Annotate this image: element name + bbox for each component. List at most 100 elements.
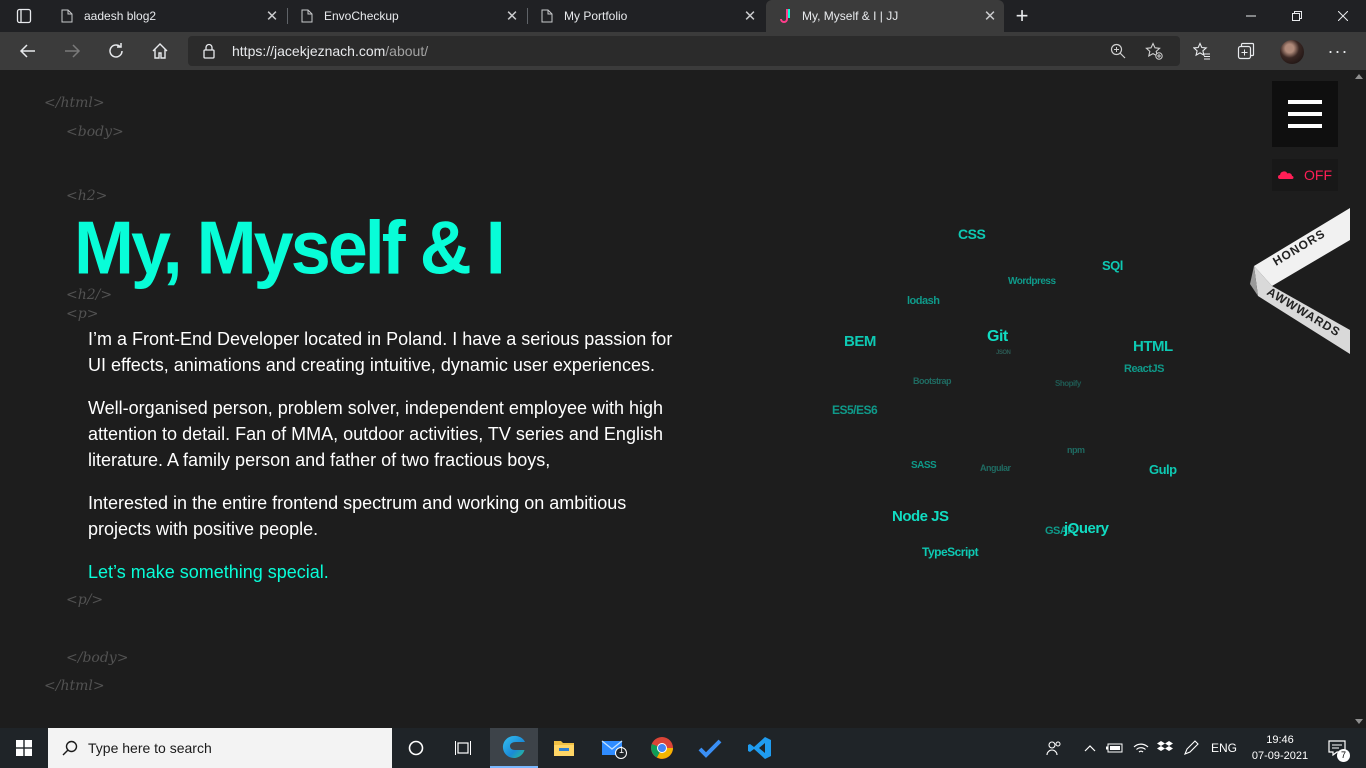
add-favorite-icon[interactable]	[1142, 39, 1166, 63]
scroll-down-icon[interactable]	[1355, 719, 1363, 724]
chevron-up-icon	[1084, 745, 1096, 752]
skill-word[interactable]: Node JS	[892, 508, 949, 525]
skill-word[interactable]: Wordpress	[1008, 276, 1056, 287]
awwwards-ribbon[interactable]: HONORS AWWWARDS	[1250, 208, 1352, 354]
cortana-icon	[408, 740, 424, 756]
windows-taskbar: Type here to search 1 ENG 19:46 07-09-20…	[0, 728, 1366, 768]
taskbar-search-box[interactable]: Type here to search	[48, 728, 392, 768]
close-icon[interactable]: ✕	[498, 7, 526, 25]
close-icon[interactable]: ✕	[736, 7, 764, 25]
menu-button[interactable]	[1272, 81, 1338, 147]
profile-avatar[interactable]	[1280, 40, 1304, 64]
search-icon	[62, 740, 78, 756]
clock-time: 19:46	[1266, 734, 1294, 746]
tab-actions-button[interactable]	[0, 0, 48, 32]
clock-date: 07-09-2021	[1251, 750, 1309, 762]
tab-my-myself-i[interactable]: My, Myself & I | JJ ✕	[766, 0, 1004, 32]
favorites-button[interactable]	[1188, 37, 1216, 65]
people-button[interactable]	[1042, 728, 1066, 768]
url-text[interactable]: https://jacekjeznach.com/about/	[232, 43, 428, 59]
contact-link[interactable]: Let’s make something special.	[88, 562, 329, 583]
tab-my-portfolio[interactable]: My Portfolio ✕	[528, 0, 764, 32]
collections-button[interactable]	[1232, 37, 1260, 65]
close-icon[interactable]: ✕	[258, 7, 286, 25]
taskbar-chrome[interactable]	[638, 728, 686, 768]
zoom-icon[interactable]	[1106, 39, 1130, 63]
language-label: ENG	[1210, 741, 1237, 755]
body-close-tag: </body>	[66, 650, 129, 666]
dropbox-icon	[1157, 741, 1173, 751]
tab-aadesh-blog2[interactable]: aadesh blog2 ✕	[48, 0, 286, 32]
battery-button[interactable]	[1104, 728, 1126, 768]
skill-word[interactable]: ReactJS	[1124, 363, 1164, 375]
tab-envocheckup[interactable]: EnvoCheckup ✕	[288, 0, 526, 32]
ribbon-awwwards: AWWWARDS	[1264, 285, 1343, 340]
p-close-tag: <p/>	[66, 592, 104, 608]
taskbar-clock[interactable]: 19:46 07-09-2021	[1250, 732, 1310, 764]
back-button[interactable]	[12, 35, 44, 67]
more-icon: ···	[1327, 40, 1349, 61]
language-indicator[interactable]: ENG	[1208, 728, 1240, 768]
notification-center-button[interactable]: 7	[1320, 728, 1354, 768]
skill-word[interactable]: CSS	[958, 226, 986, 242]
skill-word[interactable]: ES5/ES6	[832, 403, 878, 417]
taskbar-todo[interactable]	[686, 728, 734, 768]
lock-icon[interactable]	[202, 43, 216, 64]
tab-actions-icon	[16, 8, 32, 24]
tray-overflow-button[interactable]	[1080, 728, 1100, 768]
skill-word[interactable]: Angular	[980, 463, 1011, 473]
page-scrollbar[interactable]	[1352, 70, 1366, 728]
skill-word[interactable]: Bootstrap	[913, 376, 952, 386]
settings-menu-button[interactable]: ···	[1324, 37, 1352, 65]
menu-icon	[1288, 100, 1322, 104]
skill-word[interactable]: Shopify	[1055, 379, 1081, 388]
home-icon	[152, 43, 168, 59]
skill-word[interactable]: Gulp	[1149, 462, 1177, 477]
new-tab-button[interactable]: +	[1008, 0, 1036, 32]
skill-word[interactable]: jQuery	[1064, 520, 1109, 537]
sound-toggle[interactable]: OFF	[1272, 159, 1338, 191]
start-button[interactable]	[0, 728, 48, 768]
skill-word[interactable]: SQl	[1102, 258, 1123, 273]
mail-badge: 1	[619, 745, 625, 755]
restore-button[interactable]	[1274, 0, 1320, 32]
skill-word[interactable]: lodash	[907, 295, 940, 307]
web-page: </html> <body> <h2> My, Myself & I <h2/>…	[0, 70, 1366, 728]
skill-word[interactable]: Git	[987, 328, 1008, 346]
intro-paragraph: I’m a Front-End Developer located in Pol…	[88, 329, 673, 375]
skill-word[interactable]: JSON	[996, 350, 1011, 356]
scroll-up-icon[interactable]	[1355, 74, 1363, 79]
interests-paragraph: Interested in the entire frontend spectr…	[88, 493, 627, 539]
skill-word[interactable]: TypeScript	[922, 545, 979, 559]
task-view-button[interactable]	[440, 728, 488, 768]
home-button[interactable]	[144, 35, 176, 67]
close-icon[interactable]: ✕	[976, 7, 1004, 25]
skill-word[interactable]: HTML	[1133, 338, 1173, 355]
skill-word[interactable]: SASS	[911, 460, 937, 471]
taskbar-mail[interactable]: 1	[590, 728, 638, 768]
notification-badge: 7	[1337, 749, 1350, 762]
address-bar[interactable]: https://jacekjeznach.com/about/	[188, 36, 1180, 66]
arrow-right-icon	[65, 44, 81, 58]
page-title: My, Myself & I	[74, 206, 506, 291]
refresh-button[interactable]	[100, 35, 132, 67]
taskbar-vscode[interactable]	[736, 728, 784, 768]
plus-icon: +	[1015, 3, 1029, 28]
skill-word[interactable]: npm	[1067, 445, 1085, 455]
minimize-button[interactable]	[1228, 0, 1274, 32]
taskbar-file-explorer[interactable]	[540, 728, 588, 768]
cortana-button[interactable]	[392, 728, 440, 768]
search-placeholder: Type here to search	[88, 740, 212, 756]
taskbar-edge[interactable]	[490, 728, 538, 768]
collections-icon	[1237, 42, 1255, 60]
restore-icon	[1292, 11, 1302, 21]
people-icon	[1046, 741, 1061, 756]
forward-button[interactable]	[56, 35, 88, 67]
wifi-button[interactable]	[1130, 728, 1152, 768]
skill-word[interactable]: BEM	[844, 333, 876, 350]
dropbox-button[interactable]	[1154, 728, 1176, 768]
favorites-icon	[1193, 42, 1210, 60]
close-window-button[interactable]	[1320, 0, 1366, 32]
pen-workspace-button[interactable]	[1180, 728, 1202, 768]
windows-logo-icon	[16, 740, 32, 756]
